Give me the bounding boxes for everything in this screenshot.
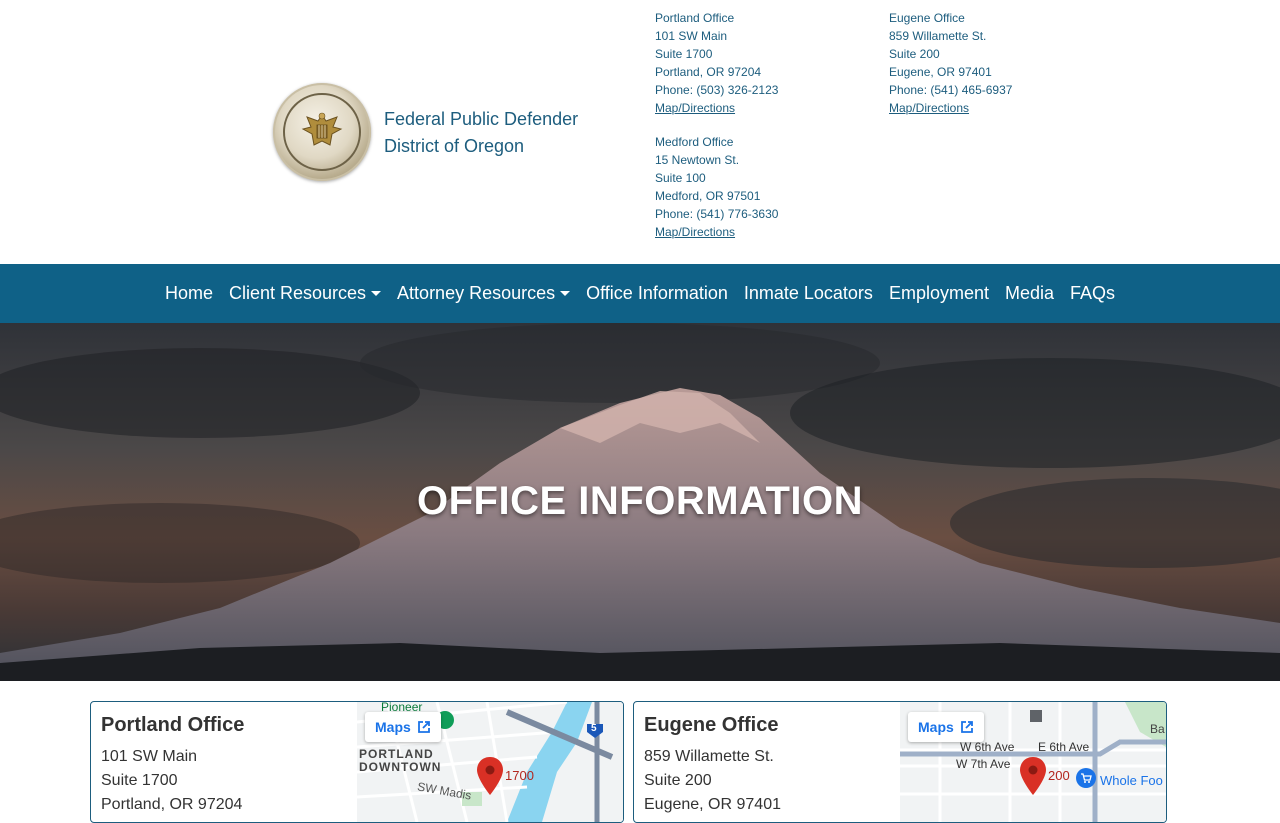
pin-label: 1700 — [505, 768, 534, 783]
caret-down-icon — [560, 291, 571, 296]
site-header: Federal Public Defender District of Oreg… — [0, 0, 1280, 264]
nav-faqs[interactable]: FAQs — [1062, 283, 1123, 304]
office-phone: Phone: (541) 465-6937 — [889, 83, 1013, 97]
map-pin-icon — [1020, 757, 1046, 795]
map-label: DOWNTOWN — [359, 760, 442, 774]
map-embed-portland[interactable]: Maps Pioneer PORTLAND DOWNTOWN SW Madis … — [357, 702, 623, 822]
page-title: OFFICE INFORMATION — [417, 479, 863, 523]
maps-button[interactable]: Maps — [908, 712, 984, 742]
office-street: 101 SW Main — [655, 29, 728, 43]
office-city: Portland, OR 97204 — [655, 65, 762, 79]
card-suite: Suite 1700 — [101, 772, 178, 789]
nav-label: Office Information — [586, 283, 728, 303]
nav-label: FAQs — [1070, 283, 1116, 303]
header-office-medford: Medford Office 15 Newtown St. Suite 100 … — [655, 133, 778, 241]
nav-label: Attorney Resources — [397, 283, 556, 303]
site-name-line2: District of Oregon — [384, 136, 525, 156]
maps-button-label: Maps — [918, 719, 954, 735]
site-name-line1: Federal Public Defender — [384, 109, 579, 129]
office-phone: Phone: (541) 776-3630 — [655, 207, 779, 221]
map-label: W 6th Ave — [960, 740, 1015, 754]
nav-office-information[interactable]: Office Information — [578, 283, 736, 304]
office-name: Medford Office — [655, 135, 734, 149]
office-suite: Suite 1700 — [655, 47, 713, 61]
card-title: Portland Office — [101, 714, 245, 736]
eagle-icon — [301, 112, 343, 146]
map-label: Whole Foo — [1100, 773, 1163, 788]
nav-label: Employment — [888, 283, 989, 303]
office-city: Medford, OR 97501 — [655, 189, 761, 203]
map-label: E 6th Ave — [1038, 740, 1090, 754]
office-suite: Suite 100 — [655, 171, 706, 185]
seal-logo[interactable] — [273, 83, 371, 181]
main-nav: Home Client Resources Attorney Resources… — [0, 264, 1280, 323]
pin-label: 200 — [1048, 768, 1070, 783]
shopping-cart-icon — [1081, 773, 1092, 783]
card-city: Eugene, OR 97401 — [644, 796, 781, 813]
map-label: Pioneer — [381, 702, 423, 714]
nav-home[interactable]: Home — [157, 283, 221, 304]
map-directions-link[interactable]: Map/Directions — [655, 225, 735, 239]
hero-banner: OFFICE INFORMATION — [0, 323, 1280, 681]
nav-client-resources[interactable]: Client Resources — [221, 283, 389, 304]
map-directions-link[interactable]: Map/Directions — [655, 101, 735, 115]
office-card-portland: Portland Office 101 SW Main Suite 1700 P… — [90, 701, 624, 823]
card-street: 859 Willamette St. — [644, 748, 774, 765]
external-link-icon — [960, 721, 973, 733]
site-name[interactable]: Federal Public Defender District of Oreg… — [384, 106, 578, 160]
nav-label: Inmate Locators — [743, 283, 873, 303]
office-suite: Suite 200 — [889, 47, 940, 61]
nav-attorney-resources[interactable]: Attorney Resources — [389, 283, 578, 304]
office-card-eugene: Eugene Office 859 Willamette St. Suite 2… — [633, 701, 1167, 823]
map-label: PORTLAND — [359, 747, 434, 761]
office-street: 15 Newtown St. — [655, 153, 740, 167]
nav-label: Media — [1004, 283, 1055, 303]
office-phone: Phone: (503) 326-2123 — [655, 83, 779, 97]
office-name: Eugene Office — [889, 11, 965, 25]
nav-inmate-locators[interactable]: Inmate Locators — [736, 283, 881, 304]
header-office-portland: Portland Office 101 SW Main Suite 1700 P… — [655, 9, 778, 117]
maps-button[interactable]: Maps — [365, 712, 441, 742]
highway-shield: 5 — [591, 723, 597, 734]
card-title: Eugene Office — [644, 714, 779, 736]
nav-label: Client Resources — [228, 283, 367, 303]
header-office-eugene: Eugene Office 859 Willamette St. Suite 2… — [889, 9, 1012, 117]
external-link-icon — [417, 721, 430, 733]
card-city: Portland, OR 97204 — [101, 796, 243, 813]
map-pin-icon — [477, 757, 503, 795]
office-name: Portland Office — [655, 11, 735, 25]
card-suite: Suite 200 — [644, 772, 712, 789]
maps-button-label: Maps — [375, 719, 411, 735]
caret-down-icon — [371, 291, 382, 296]
card-street: 101 SW Main — [101, 748, 198, 765]
office-city: Eugene, OR 97401 — [889, 65, 992, 79]
nav-label: Home — [164, 283, 213, 303]
map-embed-eugene[interactable]: Maps W 6th Ave E 6th Ave W 7th Ave Whole… — [900, 702, 1166, 822]
office-street: 859 Willamette St. — [889, 29, 987, 43]
map-label: W 7th Ave — [956, 757, 1011, 771]
nav-employment[interactable]: Employment — [881, 283, 997, 304]
map-directions-link[interactable]: Map/Directions — [889, 101, 969, 115]
map-label: Ba — [1150, 722, 1165, 736]
nav-media[interactable]: Media — [997, 283, 1062, 304]
